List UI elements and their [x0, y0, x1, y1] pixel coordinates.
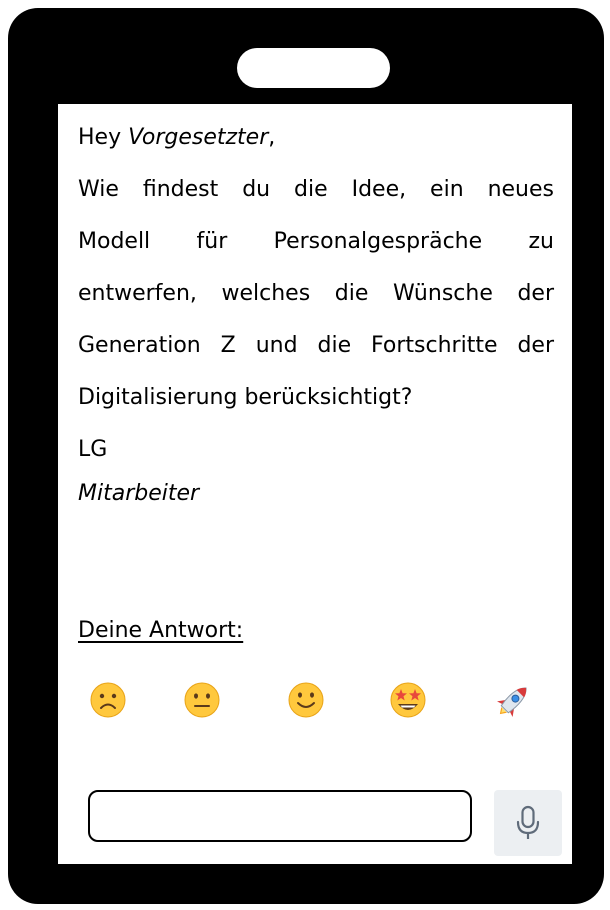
emoji-reaction-row: [58, 676, 572, 736]
message-line: Wie findest du die Idee, ein neues: [78, 177, 554, 202]
rocket-emoji-button[interactable]: [490, 676, 538, 724]
sender-name: Mitarbeiter: [78, 481, 200, 506]
neutral-face-icon: [184, 682, 220, 718]
reply-label: Deine Antwort:: [78, 618, 244, 643]
star-struck-emoji-button[interactable]: [384, 676, 432, 724]
greeting-punctuation: ,: [268, 125, 276, 150]
recipient-name: Vorgesetzter: [128, 125, 269, 150]
reply-input[interactable]: [88, 790, 472, 842]
neutral-face-emoji-button[interactable]: [178, 676, 226, 724]
greeting-text: Hey: [78, 125, 129, 150]
microphone-icon: [516, 805, 540, 839]
message-line: Modell für Personalgespräche zu: [78, 229, 554, 254]
message-text: Hey Vorgesetzter, Wie findest du die Ide…: [78, 118, 554, 518]
rocket-icon: [497, 687, 527, 717]
message-line: entwerfen, welches die Wünsche der: [78, 281, 554, 306]
message-line: Digitalisierung berücksichtigt?: [78, 385, 413, 410]
message-greeting-line: Hey Vorgesetzter,: [78, 118, 554, 170]
smiling-face-icon: [288, 682, 324, 718]
speaker-notch: [237, 48, 390, 88]
phone-screen: Hey Vorgesetzter, Wie findest du die Ide…: [58, 104, 572, 864]
microphone-button[interactable]: [494, 790, 562, 856]
message-line: Generation Z und die Fortschritte der: [78, 333, 554, 358]
closing-text: LG: [78, 437, 108, 462]
smiling-face-emoji-button[interactable]: [282, 676, 330, 724]
frowning-face-emoji-button[interactable]: [84, 676, 132, 724]
star-struck-face-icon: [390, 682, 426, 718]
frowning-face-icon: [90, 682, 126, 718]
